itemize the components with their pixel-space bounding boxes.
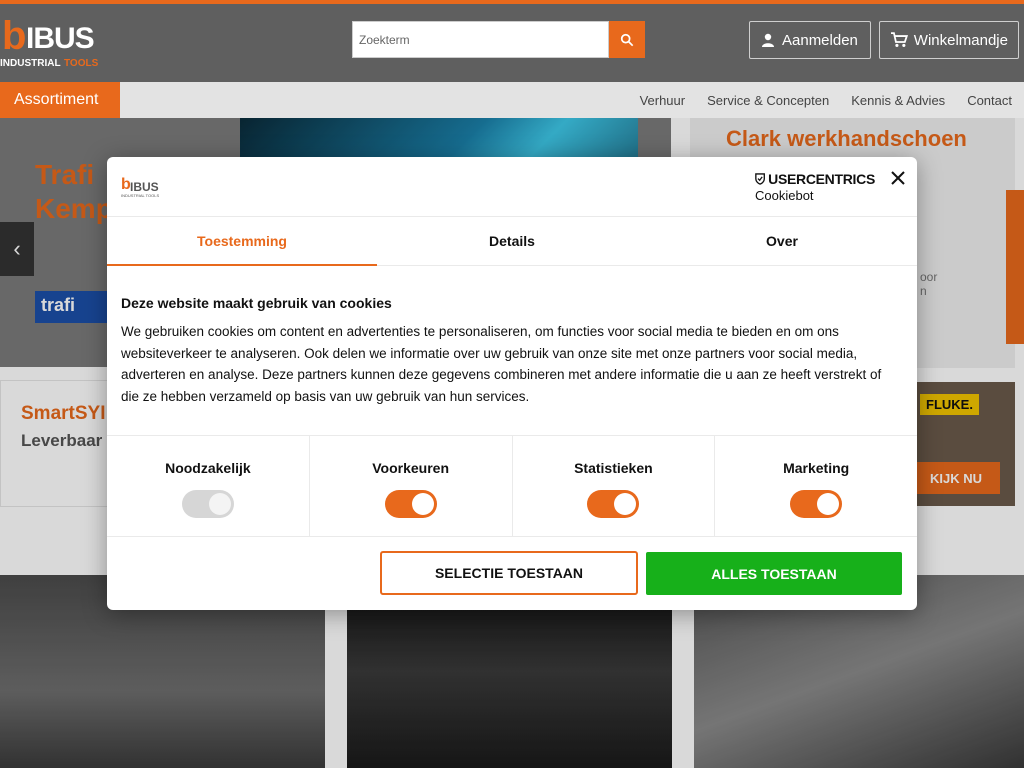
site-logo[interactable]: b IBUS INDUSTRIAL TOOLS — [0, 16, 110, 72]
allow-all-button[interactable]: ALLES TOESTAAN — [646, 552, 902, 595]
dialog-heading: Deze website maakt gebruik van cookies — [121, 295, 392, 311]
assortiment-button[interactable]: Assortiment — [0, 82, 120, 118]
tab-details[interactable]: Details — [377, 217, 647, 265]
search-button[interactable] — [609, 21, 645, 58]
allow-selection-button[interactable]: SELECTIE TOESTAAN — [380, 551, 638, 595]
search-input[interactable] — [352, 21, 609, 58]
logo-word: IBUS — [26, 22, 95, 55]
cookie-consent-dialog: b IBUS INDUSTRIAL TOOLS USERCENTRICS Coo… — [107, 157, 917, 610]
category-voorkeuren: Voorkeuren — [310, 436, 513, 536]
nav-link-service[interactable]: Service & Concepten — [707, 93, 829, 108]
logo-sub-left: INDUSTRIAL — [0, 58, 61, 69]
close-dialog-button[interactable] — [887, 167, 909, 189]
user-icon — [762, 33, 774, 47]
cart-label: Winkelmandje — [913, 31, 1008, 49]
toggle-marketing[interactable] — [790, 490, 843, 518]
toggle-statistieken[interactable] — [587, 490, 640, 518]
search-icon — [620, 33, 634, 46]
category-marketing: Marketing — [715, 436, 917, 536]
toggle-noodzakelijk — [181, 490, 234, 518]
tab-over[interactable]: Over — [647, 217, 917, 265]
dialog-logo: b IBUS INDUSTRIAL TOOLS — [121, 177, 161, 199]
nav-link-verhuur[interactable]: Verhuur — [640, 93, 686, 108]
nav-link-kennis[interactable]: Kennis & Advies — [851, 93, 945, 108]
category-label: Voorkeuren — [372, 460, 449, 476]
close-icon — [891, 171, 905, 185]
logo-letter: b — [2, 14, 27, 58]
logo-sub-right: TOOLS — [64, 58, 99, 69]
usercentrics-label: USERCENTRICS — [768, 171, 875, 187]
cart-icon — [890, 32, 908, 48]
category-noodzakelijk: Noodzakelijk — [107, 436, 310, 536]
cart-button[interactable]: Winkelmandje — [879, 21, 1019, 59]
dialog-text: We gebruiken cookies om content en adver… — [121, 324, 882, 404]
dialog-tabs: Toestemming Details Over — [107, 216, 917, 266]
shield-icon — [755, 173, 765, 185]
consent-categories: Noodzakelijk Voorkeuren Statistieken Mar… — [107, 435, 917, 537]
category-statistieken: Statistieken — [513, 436, 716, 536]
toggle-voorkeuren[interactable] — [384, 490, 437, 518]
category-label: Noodzakelijk — [165, 460, 251, 476]
dialog-body: Deze website maakt gebruik van cookies W… — [121, 295, 901, 407]
login-label: Aanmelden — [782, 31, 858, 49]
tab-toestemming[interactable]: Toestemming — [107, 217, 377, 266]
main-nav: Assortiment Verhuur Service & Concepten … — [0, 82, 1024, 118]
dialog-logo-sub: INDUSTRIAL TOOLS — [121, 193, 160, 198]
login-button[interactable]: Aanmelden — [749, 21, 871, 59]
cookiebot-label: Cookiebot — [755, 188, 814, 203]
dialog-logo-word: IBUS — [130, 180, 159, 194]
nav-link-contact[interactable]: Contact — [967, 93, 1012, 108]
nav-links: Verhuur Service & Concepten Kennis & Adv… — [640, 82, 1012, 118]
usercentrics-logo: USERCENTRICS Cookiebot — [755, 171, 875, 203]
category-label: Statistieken — [574, 460, 653, 476]
category-label: Marketing — [783, 460, 850, 476]
